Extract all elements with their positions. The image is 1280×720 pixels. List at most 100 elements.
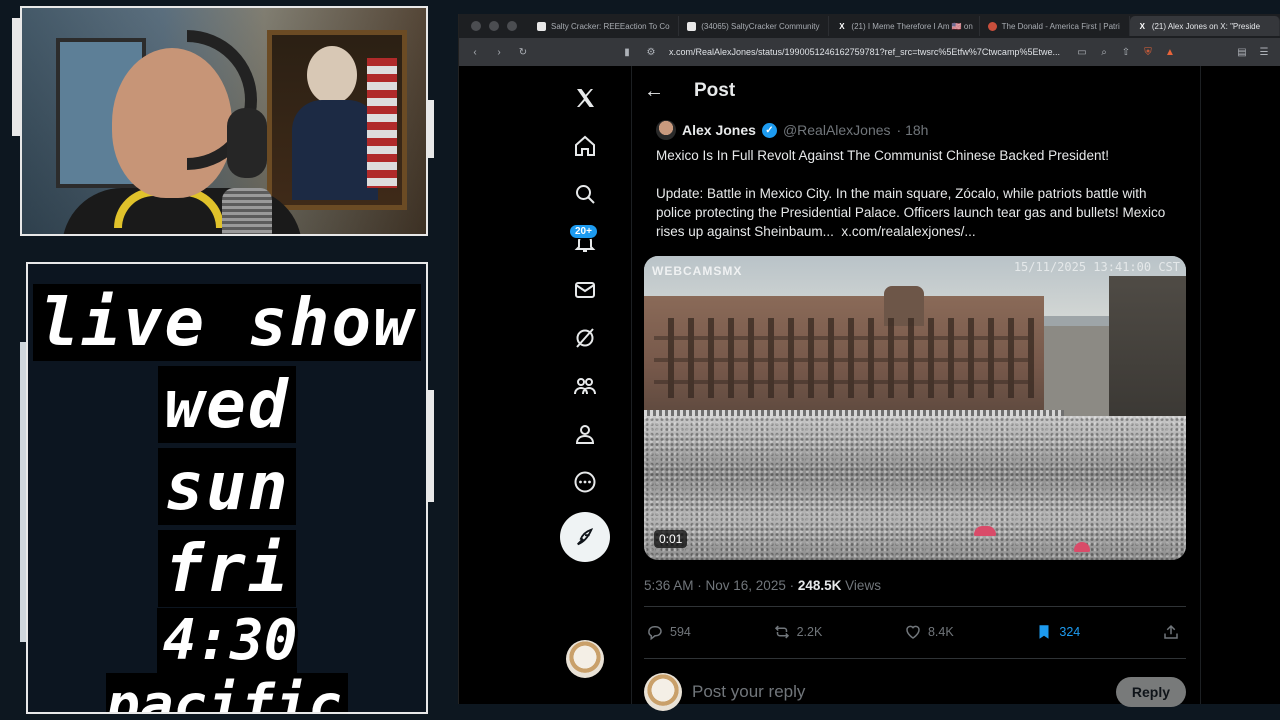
zoom-icon[interactable]: ⌕ <box>1098 47 1110 58</box>
address-bar: ‹ › ↻ ▮ ⚙ x.com/RealAlexJones/status/199… <box>459 38 1280 66</box>
bookmark-action[interactable]: 324 <box>1035 623 1080 641</box>
bookmark-page-icon[interactable]: ▮ <box>621 47 633 58</box>
post-time-ago: · 18h <box>896 122 929 138</box>
author-handle[interactable]: @RealAlexJones <box>783 122 891 138</box>
communities-icon <box>574 378 596 395</box>
post-video[interactable]: WEBCAMSMX 15/11/2025 13:41:00 CST 0:01 <box>644 256 1186 560</box>
account-avatar[interactable] <box>566 640 604 678</box>
video-watermark: WEBCAMSMX <box>652 264 743 278</box>
nav-profile[interactable] <box>559 410 611 458</box>
post-headline: Mexico Is In Full Revolt Against The Com… <box>656 148 1109 163</box>
reply-composer: Post your reply Reply <box>644 672 1186 712</box>
nav-communities[interactable] <box>559 362 611 410</box>
video-timestamp: 15/11/2025 13:41:00 CST <box>1013 260 1180 274</box>
site-info-icon[interactable]: ⚙ <box>645 47 657 58</box>
reload-icon[interactable]: ↻ <box>517 47 529 58</box>
feather-icon <box>577 528 594 546</box>
tab-label: The Donald - America First | Patri <box>1001 21 1120 31</box>
divider <box>644 658 1186 659</box>
zoom-window-button[interactable] <box>507 21 517 31</box>
cast-icon[interactable]: ▭ <box>1076 47 1088 58</box>
bookmark-icon <box>1039 625 1049 639</box>
author-name[interactable]: Alex Jones <box>682 122 756 138</box>
nav-grok[interactable] <box>559 314 611 362</box>
nav-messages[interactable] <box>559 266 611 314</box>
headphone-earcup <box>227 108 267 178</box>
tab-label: (21) Alex Jones on X: "Preside <box>1151 21 1261 31</box>
video-crowd <box>644 416 1186 560</box>
x-logo-link[interactable] <box>559 74 611 122</box>
schedule-line: 4:30 pacific <box>28 608 426 712</box>
search-icon <box>576 185 595 204</box>
video-umbrella <box>1074 542 1090 552</box>
browser-window: Salty Cracker: REEEaction To Co (34065) … <box>458 14 1280 711</box>
forward-nav-icon[interactable]: › <box>493 47 505 58</box>
tab-label: (21) I Meme Therefore I Am 🇺🇸 on <box>851 21 973 31</box>
url-field[interactable]: x.com/RealAlexJones/status/1990051246162… <box>669 47 1064 57</box>
tab-salty-cracker[interactable]: Salty Cracker: REEEaction To Co <box>529 16 680 36</box>
post-datetime[interactable]: 5:36 AM · Nov 16, 2025 · <box>644 578 794 593</box>
schedule-line: fri <box>28 530 426 607</box>
tab-label: (34065) SaltyCracker Community <box>701 21 820 31</box>
tab-meme[interactable]: X (21) I Meme Therefore I Am 🇺🇸 on <box>829 16 980 36</box>
schedule-line: live show <box>28 284 426 361</box>
grid-icon <box>687 21 697 31</box>
schedule-line: wed <box>28 366 426 443</box>
verified-badge-icon: ✓ <box>761 122 777 138</box>
post-column: ← Post Alex Jones ✓ @RealAlexJones · 18h… <box>631 66 1201 711</box>
reply-input[interactable]: Post your reply <box>692 682 1106 702</box>
divider <box>644 606 1186 607</box>
nav-notifications[interactable]: 20+ <box>559 218 611 266</box>
nav-home[interactable] <box>559 122 611 170</box>
x-logo-icon <box>577 89 594 107</box>
sidebar-toggle-icon[interactable]: ▤ <box>1236 47 1248 58</box>
tab-the-donald[interactable]: The Donald - America First | Patri <box>980 16 1130 36</box>
post-link[interactable]: x.com/realalexjones/... <box>841 224 975 239</box>
back-nav-icon[interactable]: ‹ <box>469 47 481 58</box>
tab-alex-jones[interactable]: X (21) Alex Jones on X: "Preside <box>1129 16 1280 36</box>
mail-icon <box>575 282 595 298</box>
author-avatar[interactable] <box>656 120 676 140</box>
page-icon <box>537 21 546 31</box>
x-logo-icon: X <box>1139 21 1145 31</box>
share-action[interactable] <box>1162 623 1180 641</box>
repost-count: 2.2K <box>796 625 823 639</box>
x-sidebar-nav: 20+ <box>559 74 611 506</box>
tab-bar: Salty Cracker: REEEaction To Co (34065) … <box>459 14 1280 38</box>
microphone <box>222 188 272 234</box>
comment-icon <box>648 626 662 641</box>
overlay-accent-bar <box>428 390 434 502</box>
nav-more[interactable] <box>559 458 611 506</box>
reply-button[interactable]: Reply <box>1115 677 1186 707</box>
tab-label: Salty Cracker: REEEaction To Co <box>551 21 670 31</box>
rewards-icon[interactable]: ▲ <box>1164 47 1176 58</box>
video-duration: 0:01 <box>654 530 688 548</box>
painting-flag <box>367 58 397 188</box>
compose-post-button[interactable] <box>560 512 610 562</box>
minimize-window-button[interactable] <box>489 21 499 31</box>
nav-explore[interactable] <box>559 170 611 218</box>
webcam-feed <box>20 6 428 236</box>
close-window-button[interactable] <box>471 21 481 31</box>
extensions-icon[interactable]: ☰ <box>1258 47 1270 58</box>
repost-action[interactable]: 2.2K <box>773 623 823 641</box>
shield-icon[interactable]: ⛨ <box>1142 47 1154 58</box>
address-bar-actions: ▭ ⌕ ⇧ ⛨ ▲ ▤ ☰ <box>1076 47 1270 58</box>
post-author-row: Alex Jones ✓ @RealAlexJones · 18h <box>656 120 928 140</box>
like-action[interactable]: 8.4K <box>904 623 954 641</box>
schedule-panel: live show wed sun fri 4:30 pacific <box>26 262 428 714</box>
page-title: Post <box>694 80 736 101</box>
back-arrow-icon[interactable]: ← <box>644 80 664 103</box>
tab-community[interactable]: (34065) SaltyCracker Community <box>679 16 830 36</box>
view-count: 248.5K <box>797 578 842 593</box>
painting-figure-coat <box>292 100 378 200</box>
stream-screen: live show wed sun fri 4:30 pacific Salty… <box>0 0 1280 720</box>
reply-action[interactable]: 594 <box>646 623 691 641</box>
post-body: Update: Battle in Mexico City. In the ma… <box>656 184 1176 241</box>
overlay-accent-bar <box>12 18 22 136</box>
reply-avatar <box>644 673 682 711</box>
person-icon <box>575 425 595 444</box>
reply-count: 594 <box>670 625 691 639</box>
overlay-accent-bar <box>428 100 434 158</box>
share-icon[interactable]: ⇧ <box>1120 47 1132 58</box>
